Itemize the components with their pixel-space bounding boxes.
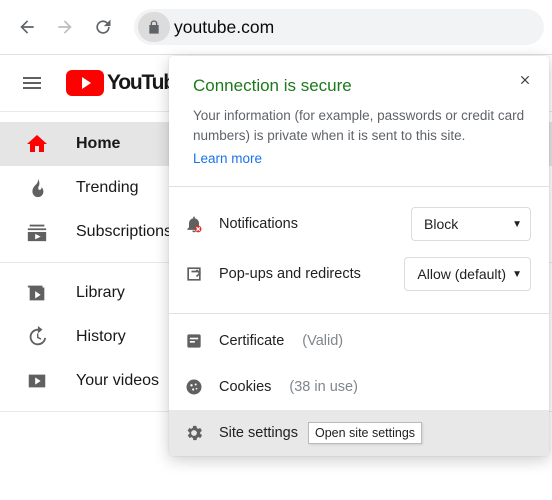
history-icon [24,326,50,348]
sidebar-item-label: History [76,328,126,346]
youtube-play-icon [66,70,104,96]
popover-header: Connection is secure Your information (f… [169,56,549,187]
certificate-row[interactable]: Certificate (Valid) [169,318,549,364]
permissions-section: Notifications Block ▼ Pop-ups and redire… [169,187,549,314]
url-text: youtube.com [174,17,274,38]
certificate-status: (Valid) [302,333,343,349]
browser-toolbar: youtube.com [0,0,552,54]
connection-description: Your information (for example, passwords… [193,106,525,145]
address-bar[interactable]: youtube.com [134,9,544,45]
select-value: Allow (default) [417,266,506,282]
gear-icon [183,423,205,443]
cookies-icon [183,377,205,397]
permission-label: Notifications [219,216,397,232]
cookies-row[interactable]: Cookies (38 in use) [169,364,549,410]
notifications-icon [183,214,205,234]
certificate-label: Certificate [219,333,284,349]
popups-icon [183,264,205,284]
arrow-left-icon [17,17,37,37]
site-settings-label: Site settings [219,425,298,441]
sidebar-item-label: Your videos [76,372,159,390]
sidebar-item-label: Trending [76,179,139,197]
learn-more-link[interactable]: Learn more [193,151,262,166]
connection-secure-title: Connection is secure [193,76,525,96]
sidebar-item-label: Home [76,135,120,153]
certificate-icon [183,331,205,351]
menu-button[interactable] [20,71,44,95]
site-info-popover: Connection is secure Your information (f… [169,56,549,456]
tooltip: Open site settings [308,422,422,444]
permission-label: Pop-ups and redirects [219,266,390,282]
arrow-right-icon [55,17,75,37]
permission-row-popups: Pop-ups and redirects Allow (default) ▼ [183,249,531,299]
chevron-down-icon: ▼ [512,269,522,280]
your-videos-icon [24,370,50,392]
trending-icon [24,176,50,200]
youtube-logo[interactable]: YouTube [66,70,185,96]
library-icon [24,282,50,304]
close-icon [518,73,532,87]
popups-select[interactable]: Allow (default) ▼ [404,257,531,291]
reload-button[interactable] [86,10,120,44]
sidebar-item-label: Subscriptions [76,223,172,241]
site-info-button[interactable] [138,12,170,42]
select-value: Block [424,216,458,232]
subscriptions-icon [24,221,50,243]
lock-icon [146,19,162,35]
back-button[interactable] [10,10,44,44]
hamburger-icon [20,71,44,95]
home-icon [24,132,50,156]
chevron-down-icon: ▼ [512,219,522,230]
permission-row-notifications: Notifications Block ▼ [183,199,531,249]
forward-button[interactable] [48,10,82,44]
reload-icon [93,17,113,37]
cookies-label: Cookies [219,379,271,395]
sidebar-item-label: Library [76,284,125,302]
cookies-status: (38 in use) [289,379,358,395]
close-button[interactable] [513,68,537,92]
notifications-select[interactable]: Block ▼ [411,207,531,241]
